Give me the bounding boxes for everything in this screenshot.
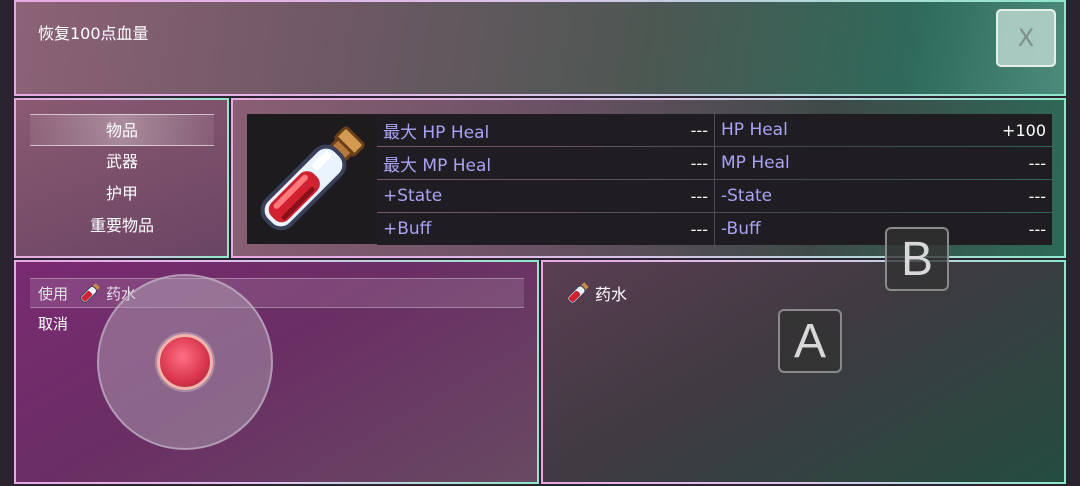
stat-label: HP Heal — [721, 120, 788, 140]
use-label: 使用 — [38, 284, 69, 303]
a-button[interactable]: A — [778, 309, 842, 373]
joystick-knob[interactable] — [157, 334, 213, 390]
category-item-armor[interactable]: 护甲 — [30, 178, 214, 210]
target-item-name: 药水 — [595, 285, 628, 304]
b-button[interactable]: B — [885, 227, 949, 291]
category-item-weapons[interactable]: 武器 — [30, 146, 214, 178]
potion-icon — [260, 126, 365, 231]
stat-label: -State — [721, 186, 773, 206]
potion-icon — [567, 282, 589, 304]
stat-value: --- — [1028, 153, 1046, 173]
category-window: 物品 武器 护甲 重要物品 — [14, 98, 229, 258]
stat-label: 最大 HP Heal — [383, 122, 490, 143]
stat-cell: HP Heal +100 — [715, 114, 1052, 146]
potion-icon — [80, 283, 100, 303]
stat-value: +100 — [1002, 120, 1046, 140]
stat-value: --- — [690, 153, 708, 173]
item-icon-frame — [247, 114, 377, 244]
close-button[interactable]: X — [996, 9, 1056, 67]
category-item-key-items[interactable]: 重要物品 — [30, 210, 214, 242]
stat-value: --- — [1028, 186, 1046, 206]
stat-cell: 最大 HP Heal --- — [377, 114, 714, 146]
stat-value: --- — [1028, 219, 1046, 239]
use-item-command[interactable]: 使用 药水 — [30, 278, 524, 308]
help-window: 恢复100点血量 — [14, 0, 1066, 96]
stat-cell: -Buff --- — [715, 213, 1052, 245]
stat-value: --- — [690, 219, 708, 239]
stat-cell: 最大 MP Heal --- — [377, 147, 714, 179]
stat-value: --- — [690, 186, 708, 206]
stat-cell: -State --- — [715, 180, 1052, 212]
stat-cell: +Buff --- — [377, 213, 714, 245]
item-command-window: 使用 药水 取消 — [14, 260, 539, 484]
item-stat-grid: 最大 HP Heal --- HP Heal +100 最大 MP Heal -… — [377, 114, 1052, 245]
stat-cell: MP Heal --- — [715, 147, 1052, 179]
stat-label: +State — [383, 186, 443, 206]
stat-label: MP Heal — [721, 153, 790, 173]
category-list: 物品 武器 护甲 重要物品 — [30, 114, 214, 242]
category-item-items[interactable]: 物品 — [30, 114, 214, 146]
stat-cell: +State --- — [377, 180, 714, 212]
stat-label: +Buff — [383, 219, 432, 239]
target-item[interactable]: 药水 — [565, 280, 627, 306]
stat-value: --- — [690, 120, 708, 140]
stat-label: -Buff — [721, 219, 761, 239]
stat-label: 最大 MP Heal — [383, 155, 492, 176]
help-text: 恢复100点血量 — [38, 24, 149, 43]
